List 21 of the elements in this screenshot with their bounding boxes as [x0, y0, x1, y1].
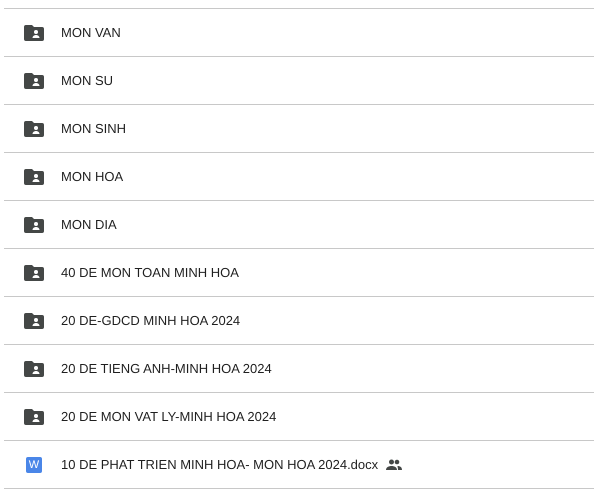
document-icon: W: [26, 456, 42, 472]
file-name[interactable]: MON VAN: [61, 22, 121, 42]
file-name[interactable]: MON SU: [61, 70, 113, 90]
shared-folder-icon: [24, 168, 44, 184]
file-name[interactable]: MON SINH: [61, 118, 126, 138]
shared-folder-icon: [24, 120, 44, 136]
file-name[interactable]: MON DIA: [61, 214, 117, 234]
shared-folder-icon: [24, 408, 44, 424]
file-name[interactable]: 20 DE TIENG ANH-MINH HOA 2024: [61, 358, 272, 378]
file-name[interactable]: 40 DE MON TOAN MINH HOA: [61, 262, 239, 282]
shared-folder-icon: [24, 360, 44, 376]
people-icon: [386, 459, 402, 470]
shared-folder-icon: [24, 312, 44, 328]
shared-folder-icon: [24, 24, 44, 40]
shared-folder-icon: [24, 216, 44, 232]
file-name[interactable]: MON HOA: [61, 166, 124, 186]
file-name[interactable]: 20 DE MON VAT LY-MINH HOA 2024: [61, 406, 276, 426]
shared-folder-icon: [24, 264, 44, 280]
file-name[interactable]: 20 DE-GDCD MINH HOA 2024: [61, 310, 240, 330]
file-name[interactable]: 10 DE PHAT TRIEN MINH HOA- MON HOA 2024.docx: [61, 454, 378, 474]
shared-folder-icon: [24, 72, 44, 88]
